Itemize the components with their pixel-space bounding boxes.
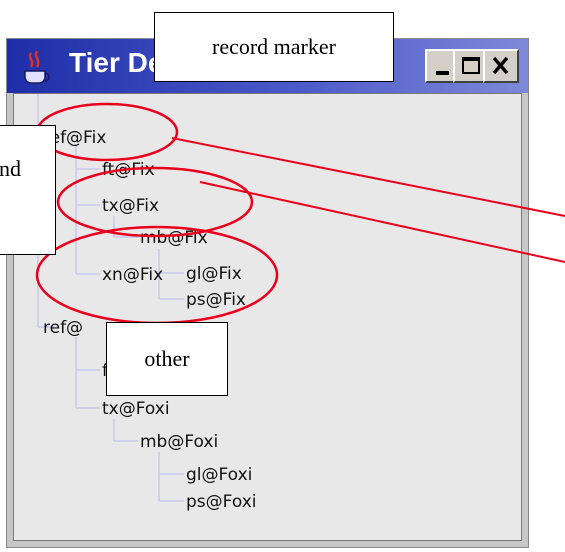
tree-node-tx-fix[interactable]: tx@Fix <box>102 196 159 216</box>
tree-node-tx-foxi[interactable]: tx@Foxi <box>102 399 170 419</box>
tree-node-gl-fix[interactable]: gl@Fix <box>186 264 242 284</box>
tree-node-xn-fix[interactable]: xn@Fix <box>102 265 163 285</box>
callout-record-marker-text: record marker <box>212 34 336 59</box>
tree-panel[interactable]: ref@Fix ft@Fix tx@Fix mb@Fix gl@Fix ps@F… <box>13 93 522 541</box>
java-cup-icon <box>24 50 50 84</box>
tree-node-ref-foxi[interactable]: ref@ <box>43 318 83 338</box>
window-title: Tier De <box>69 47 164 78</box>
close-icon <box>492 56 509 75</box>
close-button[interactable] <box>483 49 519 83</box>
tree-node-mb-fix[interactable]: mb@Fix <box>140 228 208 248</box>
tree-node-gl-foxi[interactable]: gl@Foxi <box>186 465 252 485</box>
tree-node-ft-fix[interactable]: ft@Fix <box>102 160 155 180</box>
callout-left-partial: nd <box>0 125 56 255</box>
tree-connector-lines <box>37 94 184 502</box>
tier-window: Tier De ref@Fix ft@Fix tx@Fix mb@Fix gl@… <box>6 38 529 548</box>
callout-left-partial-text: nd <box>0 156 21 181</box>
callout-other: other <box>106 322 228 396</box>
tree-node-mb-foxi[interactable]: mb@Foxi <box>140 432 218 452</box>
callout-record-marker: record marker <box>154 12 394 82</box>
tree-node-ps-foxi[interactable]: ps@Foxi <box>186 492 256 512</box>
tree-node-ps-fix[interactable]: ps@Fix <box>186 290 246 310</box>
callout-other-text: other <box>144 346 190 371</box>
